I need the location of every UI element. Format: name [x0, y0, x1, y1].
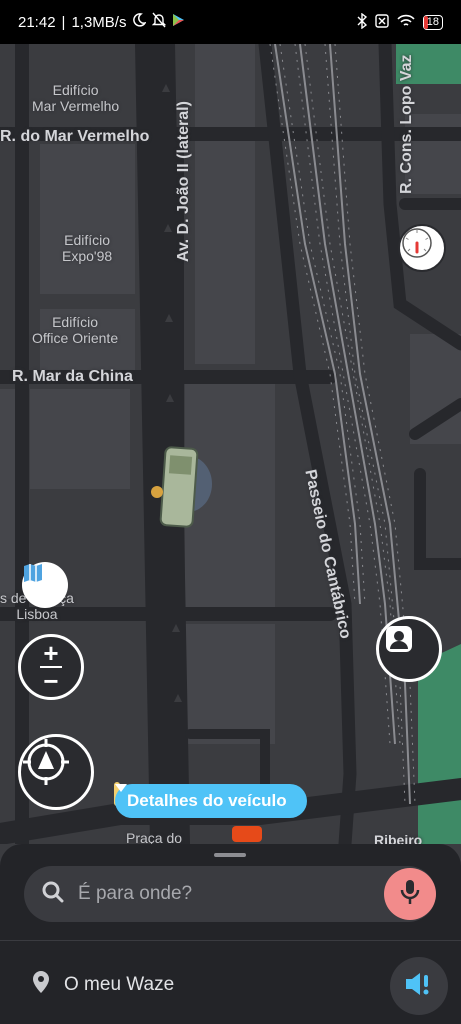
- street-label-mar-vermelho: R. do Mar Vermelho: [0, 128, 150, 145]
- building-label-expo: Edifício Expo'98: [62, 232, 113, 264]
- search-icon: [42, 881, 64, 908]
- microphone-icon: [399, 878, 421, 911]
- bluetooth-icon: [357, 12, 367, 32]
- zoom-out-button[interactable]: −: [43, 668, 58, 694]
- bell-off-icon: [152, 12, 167, 32]
- my-waze-label: O meu Waze: [64, 974, 175, 995]
- report-button[interactable]: [376, 616, 442, 682]
- zoom-in-button[interactable]: +: [43, 640, 58, 666]
- status-time: 21:42: [18, 13, 56, 31]
- wifi-icon: [397, 14, 415, 31]
- speedometer-button[interactable]: [398, 224, 446, 272]
- map-layers-button[interactable]: [22, 562, 68, 608]
- search-placeholder[interactable]: É para onde?: [78, 883, 192, 905]
- status-separator: |: [61, 13, 66, 31]
- map-view[interactable]: Edifício Mar Vermelho R. do Mar Vermelho…: [0, 44, 461, 844]
- street-label-cons-lopo-vaz: R. Cons. Lopo Vaz: [398, 54, 415, 194]
- network-speed: 1,3MB/s: [71, 13, 127, 31]
- map-canvas: [0, 44, 461, 844]
- moon-icon: [132, 13, 148, 31]
- bottom-sheet: É para onde? O meu Waze: [0, 844, 461, 1024]
- street-label-mar-da-china: R. Mar da China: [12, 368, 133, 385]
- my-waze-link[interactable]: O meu Waze: [32, 970, 174, 1000]
- status-bar: 21:42 | 1,3MB/s 18: [0, 0, 461, 44]
- street-label-ribeiro: Ribeiro: [374, 832, 423, 844]
- voice-search-button[interactable]: [384, 868, 436, 920]
- search-bar[interactable]: É para onde?: [24, 866, 436, 922]
- play-store-icon: [172, 13, 185, 31]
- street-label-praca: Praça do: [126, 830, 183, 844]
- audio-button[interactable]: [390, 957, 448, 1015]
- recenter-button[interactable]: [18, 734, 94, 810]
- vehicle-details-button[interactable]: Detalhes do veículo: [115, 784, 307, 818]
- zoom-control[interactable]: + −: [18, 634, 84, 700]
- sheet-divider: [0, 940, 461, 941]
- speaker-alert-icon: [404, 970, 434, 1003]
- vehicle-details-label: Detalhes do veículo: [127, 791, 287, 810]
- battery-icon: 18: [422, 14, 443, 30]
- building-label-mar-vermelho: Edifício Mar Vermelho: [32, 82, 120, 114]
- location-pin-icon: [32, 970, 50, 1000]
- sheet-handle[interactable]: [214, 853, 246, 857]
- no-sim-icon: [375, 13, 389, 31]
- building-label-oriente: Edifício Office Oriente: [32, 314, 119, 346]
